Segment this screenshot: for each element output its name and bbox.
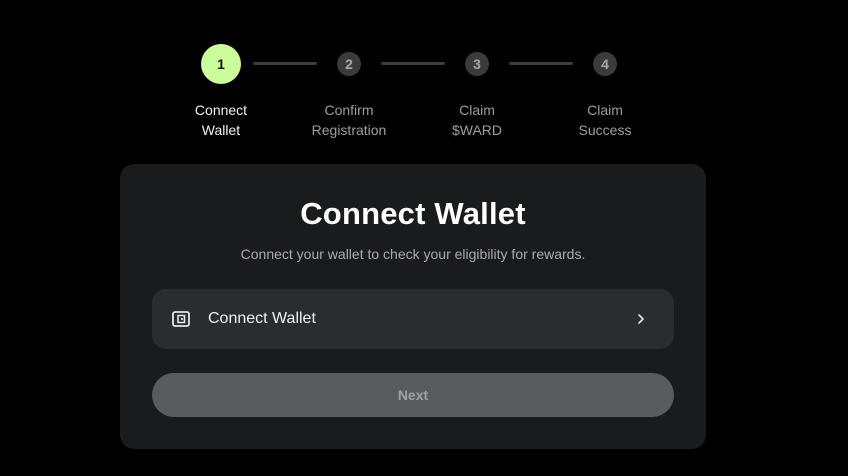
step-label-line: Success — [578, 122, 632, 138]
step-label: Confirm Registration — [289, 100, 409, 140]
step-label: Claim $WARD — [417, 100, 537, 140]
connect-wallet-card: Connect Wallet Connect your wallet to ch… — [120, 164, 706, 449]
step-label-line: Claim — [587, 102, 623, 118]
step-claim-ward[interactable]: 3 Claim $WARD — [417, 44, 537, 138]
step-label-line: Wallet — [201, 122, 241, 138]
step-label-line: Claim — [459, 102, 495, 118]
next-button[interactable]: Next — [152, 373, 674, 417]
connect-wallet-option[interactable]: Connect Wallet — [152, 289, 674, 349]
step-label: Claim Success — [545, 100, 665, 140]
wallet-icon — [171, 309, 191, 329]
step-number: 4 — [593, 52, 617, 76]
step-claim-success[interactable]: 4 Claim Success — [545, 44, 665, 138]
step-label: Connect Wallet — [161, 100, 281, 140]
step-label-line: Registration — [311, 122, 387, 138]
chevron-right-icon — [636, 311, 646, 327]
step-number: 2 — [337, 52, 361, 76]
step-number: 1 — [201, 44, 241, 84]
step-label-line: $WARD — [451, 122, 503, 138]
step-label-line: Connect — [194, 102, 248, 118]
wallet-option-label: Connect Wallet — [208, 310, 316, 327]
step-number: 3 — [465, 52, 489, 76]
card-subtitle: Connect your wallet to check your eligib… — [240, 246, 586, 262]
page: 1 Connect Wallet 2 Confirm Registration … — [0, 0, 848, 476]
step-confirm-registration[interactable]: 2 Confirm Registration — [289, 44, 409, 138]
step-label-line: Confirm — [324, 102, 374, 118]
card-title: Connect Wallet — [300, 196, 526, 231]
